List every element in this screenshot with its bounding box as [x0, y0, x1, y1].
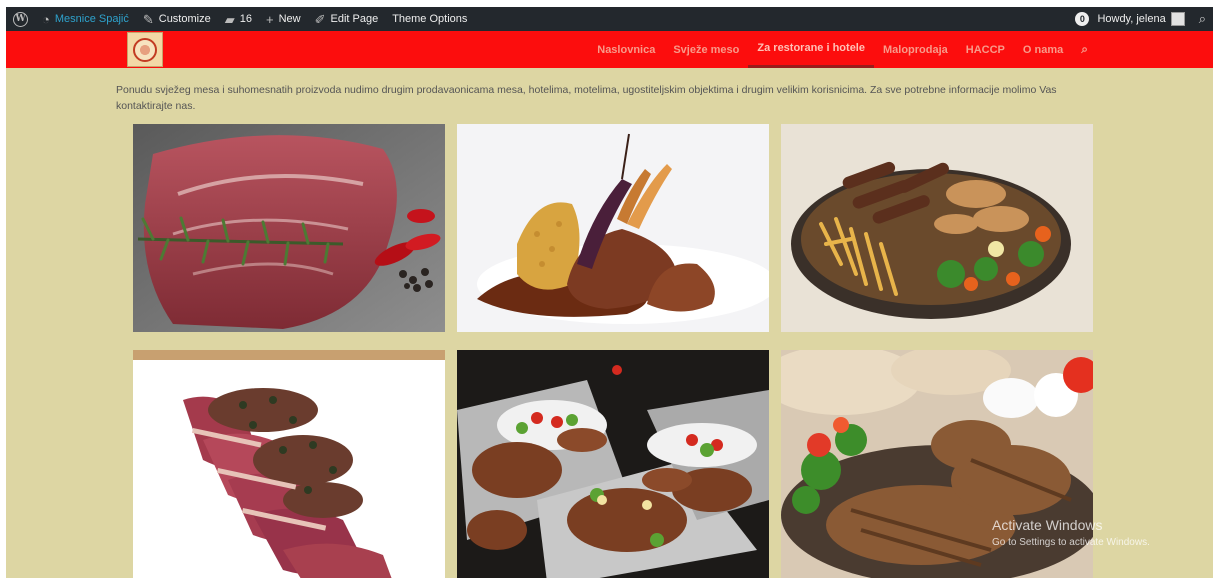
wp-logo-menu[interactable]: W	[6, 7, 35, 31]
photo-buffet-trays[interactable]	[457, 350, 769, 578]
watermark-title: Activate Windows	[992, 517, 1103, 533]
nav-search-icon[interactable]: ⌕	[1072, 42, 1097, 57]
customize-label: Customize	[158, 13, 211, 25]
wp-admin-bar: W ◔ Mesnice Spajić ✎ Customize ▰ 16 + New ✐ E…	[6, 7, 1213, 31]
logo-emblem-icon	[133, 37, 157, 62]
new-content-menu[interactable]: + New	[259, 7, 308, 31]
intro-paragraph: Ponudu svježeg mesa i suhomesnatih proiz…	[116, 84, 1057, 112]
pencil-icon: ✐	[314, 11, 326, 27]
site-name-menu[interactable]: ◔ Mesnice Spajić	[35, 7, 136, 31]
admin-search-button[interactable]: ⌕	[1192, 7, 1213, 31]
nav-item-haccp[interactable]: HACCP	[957, 31, 1014, 68]
greeting-label: Howdy, jelena	[1097, 13, 1166, 25]
main-navigation: Naslovnica Svježe meso Za restorane i ho…	[588, 31, 1097, 68]
updates-count-badge: 0	[1075, 12, 1090, 26]
theme-options-label: Theme Options	[392, 13, 468, 25]
site-logo[interactable]	[127, 32, 163, 67]
site-header: Naslovnica Svježe meso Za restorane i ho…	[6, 31, 1213, 68]
my-account-menu[interactable]: 0 Howdy, jelena	[1068, 7, 1191, 31]
photo-raw-steak-rosemary[interactable]	[133, 124, 445, 332]
page-content: Ponudu svježeg mesa i suhomesnatih proiz…	[6, 68, 1213, 578]
new-label: New	[278, 13, 301, 25]
search-icon: ⌕	[1198, 11, 1206, 26]
nav-item-za-restorane-i-hotele[interactable]: Za restorane i hotele	[748, 31, 874, 68]
plus-icon: +	[265, 11, 274, 27]
dashboard-gauge-icon: ◔	[42, 11, 50, 27]
windows-activation-watermark: Activate Windows Go to Settings to activ…	[992, 517, 1150, 548]
nav-item-o-nama[interactable]: O nama	[1014, 31, 1072, 68]
edit-page-label: Edit Page	[330, 13, 379, 25]
edit-page-link[interactable]: ✐ Edit Page	[308, 7, 386, 31]
comment-bubble-icon: ▰	[224, 11, 235, 27]
watermark-subtitle: Go to Settings to activate Windows.	[992, 537, 1150, 548]
site-name-label: Mesnice Spajić	[54, 13, 129, 25]
photo-grilled-platter[interactable]	[781, 124, 1093, 332]
nav-item-svjeze-meso[interactable]: Svježe meso	[664, 31, 748, 68]
avatar	[1170, 12, 1185, 26]
nav-item-naslovnica[interactable]: Naslovnica	[588, 31, 664, 68]
wordpress-logo-icon: W	[13, 11, 28, 27]
comments-count: 16	[239, 13, 252, 25]
paintbrush-icon: ✎	[142, 11, 154, 27]
photo-duck-breast-plated[interactable]	[457, 124, 769, 332]
comments-link[interactable]: ▰ 16	[218, 7, 259, 31]
theme-options-link[interactable]: Theme Options	[385, 7, 474, 31]
customize-link[interactable]: ✎ Customize	[136, 7, 218, 31]
nav-item-maloprodaja[interactable]: Maloprodaja	[874, 31, 957, 68]
photo-sliced-duck-pepper[interactable]	[133, 350, 445, 578]
